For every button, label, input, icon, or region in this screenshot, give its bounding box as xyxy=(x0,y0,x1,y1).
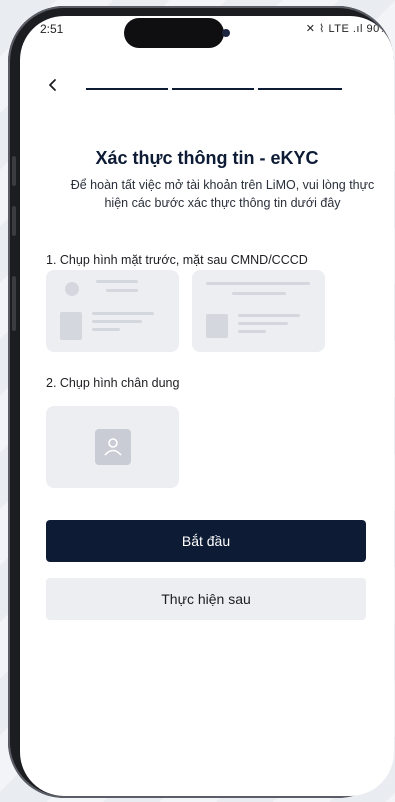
page-subtitle: Để hoàn tất việc mở tài khoản trên LiMO,… xyxy=(70,178,375,210)
id-front-card[interactable] xyxy=(46,270,179,352)
progress-step-1 xyxy=(86,88,168,90)
person-icon xyxy=(104,438,122,456)
start-button[interactable]: Bắt đầu xyxy=(46,520,366,562)
back-button[interactable] xyxy=(46,76,66,96)
front-camera xyxy=(222,29,230,37)
chevron-left-icon xyxy=(49,79,56,91)
progress-step-2 xyxy=(172,88,254,90)
page-title: Xác thực thông tin - eKYC xyxy=(95,148,319,168)
step1-label: 1. Chụp hình mặt trước, mặt sau CMND/CCC… xyxy=(46,253,308,267)
status-indicators: ✕ ⌇ LTE .ıl 90% xyxy=(305,23,390,35)
status-time: 2:51 xyxy=(40,22,64,36)
progress-step-3 xyxy=(258,88,342,90)
side-button xyxy=(12,276,16,331)
dynamic-island xyxy=(124,18,224,48)
id-back-card[interactable] xyxy=(192,270,325,352)
step2-label: 2. Chụp hình chân dung xyxy=(46,376,180,390)
volume-up-button xyxy=(12,156,16,186)
portrait-card[interactable] xyxy=(46,406,179,488)
do-later-button[interactable]: Thực hiện sau xyxy=(46,578,366,620)
app-screen: 2:51 ✕ ⌇ LTE .ıl 90% Xác thực thông tin … xyxy=(20,16,394,796)
volume-down-button xyxy=(12,206,16,236)
